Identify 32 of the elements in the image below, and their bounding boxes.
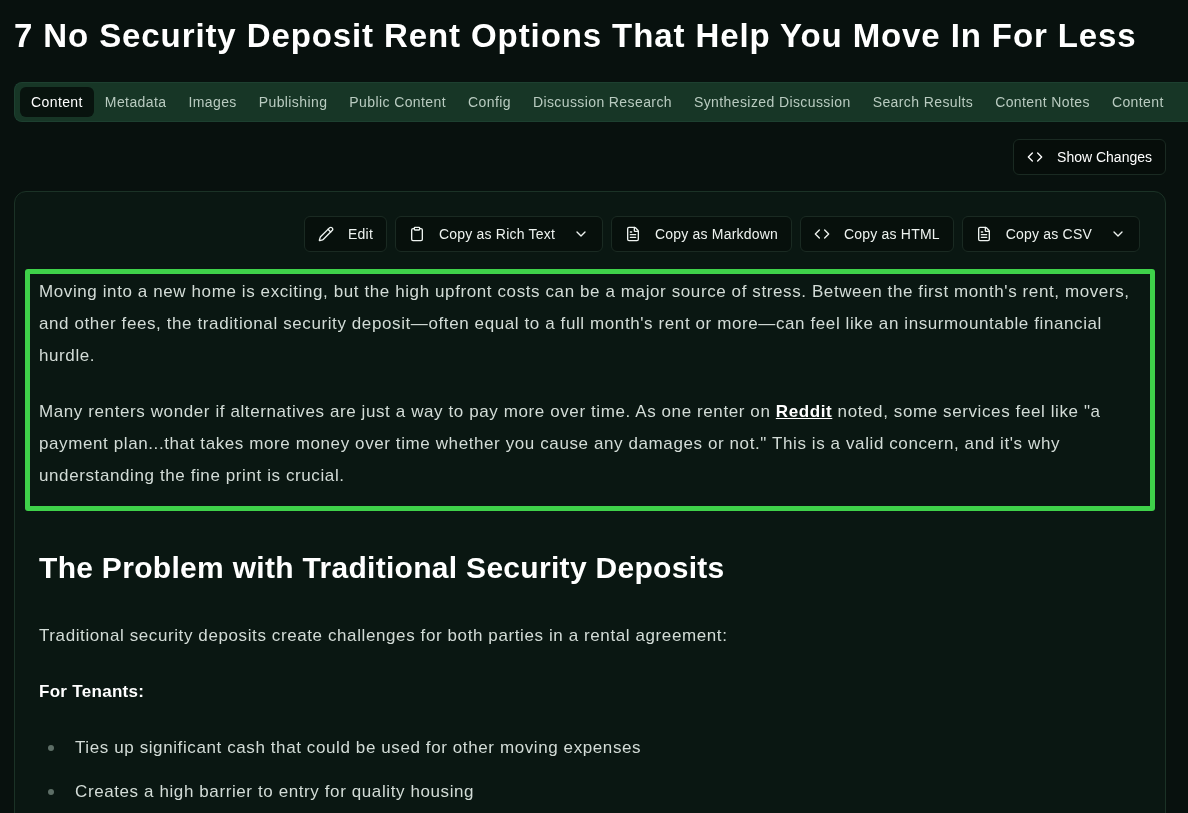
tab[interactable]: Synthesized Discussion [683, 87, 862, 117]
tab[interactable]: Publishing [247, 87, 339, 117]
section-heading: The Problem with Traditional Security Deposits [38, 550, 726, 586]
reddit-link[interactable]: Reddit [775, 402, 833, 421]
toolbar-button[interactable]: Copy as HTML [800, 216, 954, 252]
code-icon [1027, 149, 1044, 165]
pencil-icon [318, 226, 335, 242]
clipboard-icon [409, 226, 425, 242]
document-icon [975, 226, 992, 242]
toolbar-button[interactable]: Copy as Rich Text [395, 216, 603, 252]
code-icon [814, 226, 830, 242]
paragraph: Many renters wonder if alternatives are just a way to pay more over time. As one renter on Reddit noted, some services feel like "a payment plan...that takes more money over time whether you cause any damages or not." This is a valid concern, and it's why understanding the fine print is crucial. [39, 401, 1102, 487]
tab[interactable]: Metadata [93, 87, 178, 117]
paragraph: Traditional security deposits create challenges for both parties in a rental agreement: [38, 625, 729, 647]
toolbar-button[interactable]: Copy as Markdown [610, 216, 792, 252]
list-item-text: Ties up significant cash that could be used for other moving expenses [75, 737, 642, 759]
tab[interactable]: Content Notes [984, 87, 1101, 117]
document-icon [624, 226, 641, 242]
paragraph: Moving into a new home is exciting, but the high upfront costs can be a major source of stress. Between the first month's rent, movers, and other fees, the traditional security deposit—often equal to a full month's rent or more—can feel like an insurmountable financial hurdle. [39, 281, 1131, 367]
list-item-text: Creates a high barrier to entry for quality housing [75, 781, 475, 803]
tab[interactable]: Content [20, 87, 94, 117]
tab[interactable]: Public Content [338, 87, 457, 117]
tab[interactable]: Images [177, 87, 248, 117]
tab[interactable]: Config [457, 87, 522, 117]
tab[interactable]: Discussion Research [521, 87, 683, 117]
page-title: 7 No Security Deposit Rent Options That Help You Move In For Less [14, 16, 1138, 56]
toolbar-button[interactable]: Copy as CSV [961, 216, 1140, 252]
show-changes-button[interactable]: Show Changes [1013, 139, 1166, 175]
toolbar-button[interactable]: Edit [304, 216, 387, 252]
tab[interactable]: Search Results [861, 87, 985, 117]
subheading: For Tenants: [38, 681, 146, 703]
tab[interactable]: Content [1100, 87, 1175, 117]
